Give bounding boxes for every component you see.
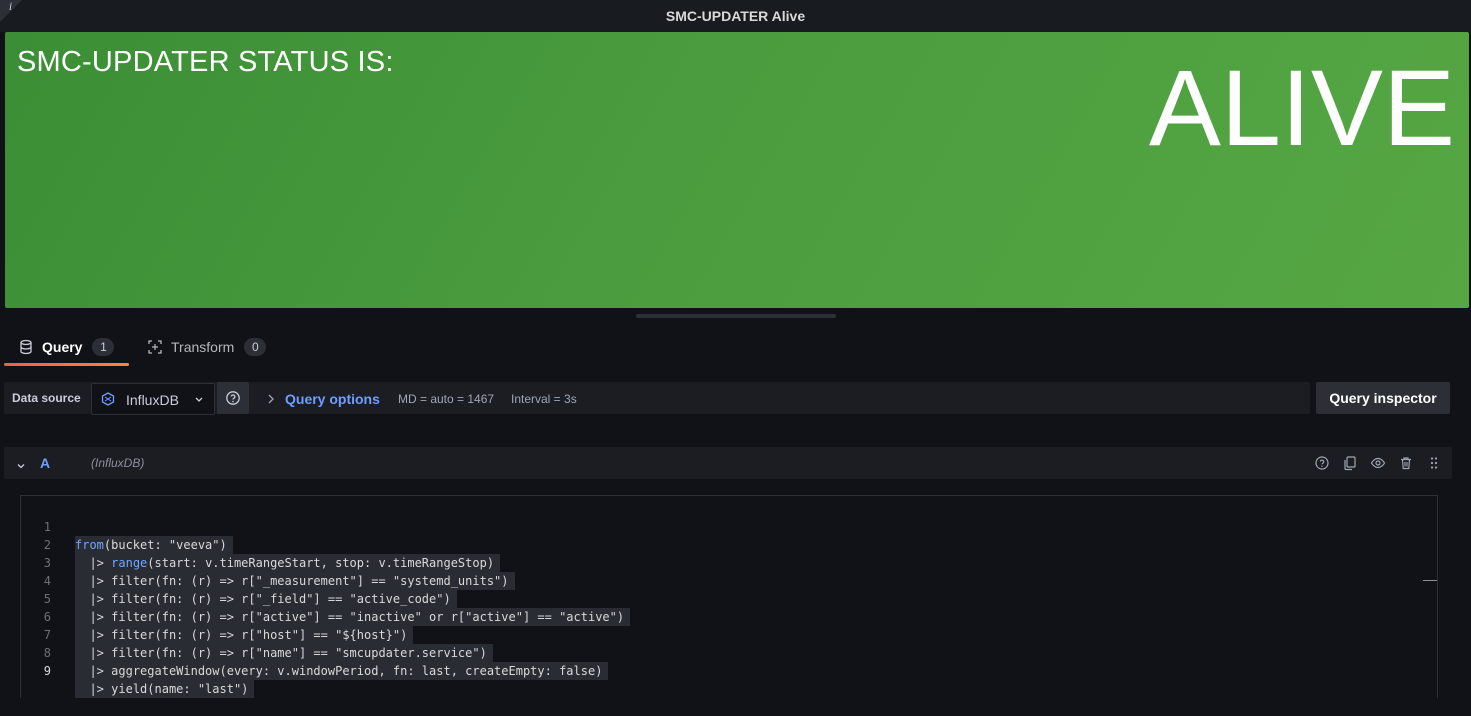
panel-header: i SMC-UPDATER Alive (0, 0, 1471, 32)
transform-icon (147, 339, 163, 355)
tab-query-label: Query (42, 339, 83, 355)
tab-transform[interactable]: Transform 0 (145, 330, 267, 364)
code-pipe: |> (89, 664, 112, 678)
panel-title[interactable]: SMC-UPDATER Alive (0, 8, 1471, 24)
tab-transform-label: Transform (171, 339, 235, 355)
query-options-button[interactable]: Query options (285, 391, 380, 407)
collapse-chevron-icon[interactable] (16, 458, 26, 476)
code-line: 9 |> yield(name: "last") (21, 644, 1421, 698)
query-row-header: A (InfluxDB) (4, 447, 1452, 479)
code-line: 1 from(bucket: "veeva") (21, 500, 1421, 554)
query-datasource-name: (InfluxDB) (91, 456, 145, 470)
database-icon (18, 339, 34, 355)
datasource-picker[interactable]: InfluxDB (91, 383, 215, 415)
stat-panel: SMC-UPDATER STATUS IS: ALIVE (5, 32, 1469, 308)
code-line: 5 |> filter(fn: (r) => r["active"] == "i… (21, 572, 1421, 626)
datasource-name: InfluxDB (126, 392, 179, 408)
tab-query-count: 1 (92, 338, 115, 356)
query-ref-id[interactable]: A (40, 455, 50, 471)
query-code-editor[interactable]: 1 from(bucket: "veeva") 2 |> range(start… (20, 495, 1438, 698)
drag-handle-icon[interactable] (1426, 455, 1442, 471)
code-line: 7 |> filter(fn: (r) => r["name"] == "smc… (21, 608, 1421, 662)
tab-query[interactable]: Query 1 (4, 330, 129, 366)
code-line: 4 |> filter(fn: (r) => r["_field"] == "a… (21, 554, 1421, 608)
stat-prefix-text: SMC-UPDATER STATUS IS: (17, 46, 394, 78)
question-circle-icon (226, 391, 240, 405)
datasource-row: Data source InfluxDB Query options MD = … (4, 382, 1451, 415)
line-number: 9 (43, 664, 51, 678)
code-line: 2 |> range(start: v.timeRangeStart, stop… (21, 518, 1421, 572)
duplicate-icon[interactable] (1342, 455, 1358, 471)
code-line: 6 |> filter(fn: (r) => r["host"] == "${h… (21, 590, 1421, 644)
code-text: aggregateWindow(every: v.windowPeriod, f… (111, 664, 603, 678)
code-line: 8 |> aggregateWindow(every: v.windowPeri… (21, 626, 1421, 680)
interval-info: Interval = 3s (511, 392, 577, 406)
editor-tabs: Query 1 Transform 0 (0, 330, 1471, 366)
datasource-label: Data source (12, 391, 81, 405)
query-inspector-button[interactable]: Query inspector (1316, 382, 1450, 414)
stat-value: ALIVE (1148, 47, 1455, 168)
active-tab-indicator (4, 363, 129, 366)
datasource-help-button[interactable] (217, 382, 249, 414)
code-pipe: |> (89, 682, 112, 696)
eye-icon[interactable] (1370, 455, 1386, 471)
code-line: 3 |> filter(fn: (r) => r["_measurement"]… (21, 536, 1421, 590)
code-text: yield(name: "last") (111, 682, 249, 696)
datasource-bar: Data source InfluxDB Query options MD = … (4, 382, 1310, 415)
panel-resize-handle[interactable] (636, 314, 836, 318)
help-icon[interactable] (1314, 455, 1330, 471)
query-row-actions (1314, 455, 1442, 471)
max-data-points-info: MD = auto = 1467 (398, 392, 495, 406)
trash-icon[interactable] (1398, 455, 1414, 471)
chevron-right-icon[interactable] (266, 392, 276, 410)
tab-transform-count: 0 (244, 338, 267, 356)
chevron-down-icon (194, 391, 204, 402)
scrollbar-marker[interactable] (1423, 580, 1437, 581)
influxdb-icon (101, 392, 115, 406)
